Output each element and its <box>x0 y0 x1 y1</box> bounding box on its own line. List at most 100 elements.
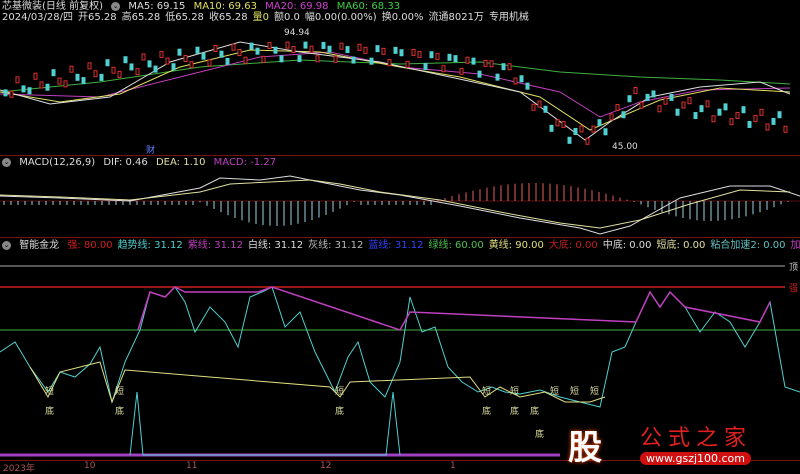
candle <box>111 66 116 74</box>
candle <box>99 73 104 81</box>
candle <box>135 68 140 76</box>
candle <box>669 93 674 101</box>
macd-dif: DIF: 0.46 <box>103 157 148 168</box>
candle <box>57 77 62 85</box>
signal-mark: 短 <box>335 385 344 397</box>
candle <box>453 55 458 63</box>
candle <box>585 137 590 145</box>
watermark-logo: 股 公式之家 www.gszj100.com <box>560 418 800 472</box>
candle <box>711 115 716 123</box>
candle <box>21 85 26 93</box>
ma20: MA20: 69.98 <box>265 1 329 12</box>
indicator-legend-item: 蓝线: 31.12 <box>368 240 424 251</box>
ma10: MA10: 69.63 <box>193 1 257 12</box>
candle <box>735 111 740 119</box>
candle <box>9 90 14 98</box>
candle <box>513 77 518 85</box>
candle <box>87 62 92 70</box>
candle <box>261 55 266 63</box>
indicator-legend-item: 大底: 0.00 <box>548 240 598 251</box>
candle <box>495 73 500 81</box>
ma60: MA60: 68.33 <box>336 1 401 12</box>
candle <box>117 70 122 78</box>
candle <box>477 70 482 78</box>
candle <box>519 75 524 83</box>
macd-value: MACD: -1.27 <box>213 157 277 168</box>
candle <box>399 49 404 57</box>
indicator-header: ⌄ 智能金龙 强: 80.00 趋势线: 31.12 紫线: 31.12 白线: 31… <box>2 240 800 252</box>
candle <box>783 125 788 133</box>
candle <box>621 111 626 119</box>
candle <box>207 59 212 67</box>
candle <box>309 45 314 53</box>
indicator-legend-item: 中底: 0.00 <box>602 240 652 251</box>
candle <box>189 61 194 69</box>
axis-label: 11 <box>186 461 198 471</box>
candle <box>165 57 170 65</box>
indicator-legend-item: 加速: 0.00 <box>790 240 800 251</box>
candle <box>393 46 398 54</box>
candle <box>747 120 752 128</box>
indicator-legend-item: 粘合加速2: 0.00 <box>710 240 786 251</box>
candle <box>687 97 692 105</box>
candle <box>459 67 464 75</box>
candle <box>237 49 242 57</box>
signal-mark: 底 <box>530 405 539 417</box>
logo-brand: 股 <box>568 428 602 468</box>
candle <box>675 108 680 116</box>
candle <box>153 65 158 73</box>
macd-chart[interactable] <box>0 168 800 238</box>
signal-mark: 短 <box>570 385 579 397</box>
signal-mark: 底 <box>335 405 344 417</box>
candle <box>705 100 710 108</box>
low-label: 45.00 <box>612 142 638 152</box>
candle <box>327 45 332 53</box>
price-chart[interactable]: 94.94 45.00 财 <box>0 22 800 155</box>
candle <box>537 100 542 108</box>
candle <box>363 46 368 54</box>
chevron-down-icon[interactable]: ⌄ <box>2 157 11 167</box>
candle <box>501 63 506 71</box>
signal-mark: 短 <box>115 385 124 397</box>
candle <box>243 56 248 64</box>
candle <box>297 55 302 63</box>
purple-line <box>137 286 771 331</box>
ma5: MA5: 69.15 <box>128 1 186 12</box>
candle <box>285 41 290 49</box>
candle <box>345 46 350 54</box>
candle <box>93 70 98 78</box>
indicator-legend-item: 灰线: 31.12 <box>308 240 364 251</box>
candle <box>543 105 548 113</box>
signal-mark: 短 <box>45 385 54 397</box>
candle <box>729 118 734 126</box>
chevron-down-icon[interactable]: ⌄ <box>111 1 121 11</box>
candle <box>741 106 746 114</box>
candle <box>3 89 8 97</box>
candle <box>435 52 440 60</box>
candle <box>507 63 512 71</box>
indicator-legend-item: 紫线: 31.12 <box>187 240 243 251</box>
candle <box>609 113 614 121</box>
candle <box>45 83 50 91</box>
chevron-down-icon[interactable]: ⌄ <box>2 240 11 250</box>
candle <box>123 56 128 64</box>
candle <box>315 55 320 63</box>
stock-title: 芯基微装(日线 前复权) <box>2 1 103 12</box>
signal-mark: 底 <box>482 405 491 417</box>
macd-dea: DEA: 1.10 <box>155 157 206 168</box>
candle <box>765 123 770 131</box>
candle <box>531 103 536 111</box>
indicator-legend-item: 趋势线: 31.12 <box>117 240 183 251</box>
candle <box>633 86 638 94</box>
candle <box>579 125 584 133</box>
candle <box>753 115 758 123</box>
signal-mark: 短 <box>590 385 599 397</box>
candle <box>387 59 392 67</box>
candle <box>273 46 278 54</box>
candle <box>225 57 230 65</box>
candle <box>375 45 380 53</box>
candle <box>525 82 530 90</box>
candle <box>441 65 446 73</box>
candle <box>141 53 146 61</box>
candle <box>213 45 218 53</box>
